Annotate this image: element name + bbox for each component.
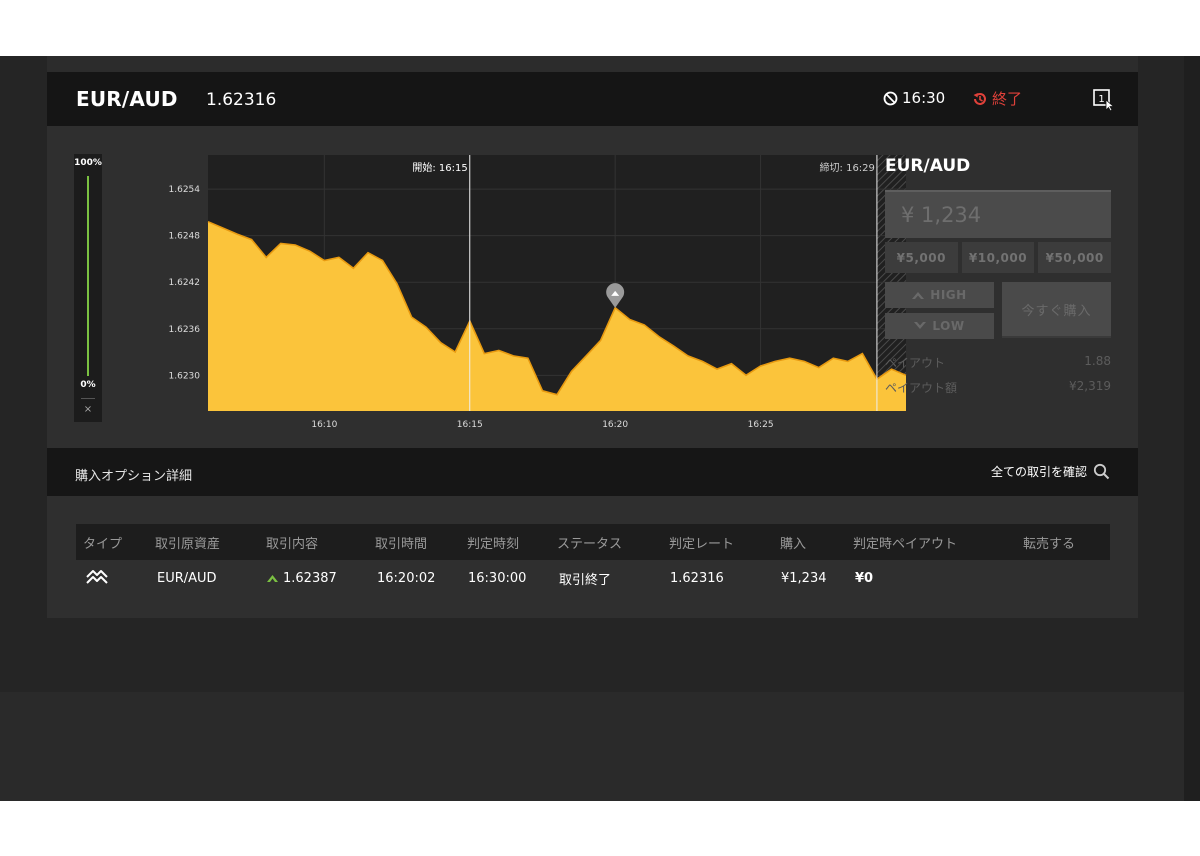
chart-area: 100% 0% × 1.6254 1.6248 1.6242 1.6236 1.6230… <box>47 126 1138 448</box>
purchase-details-bar: 購入オプション詳細 全ての取引を確認 <box>47 448 1138 496</box>
x-tick-label: 16:20 <box>602 420 628 430</box>
buy-now-button[interactable]: 今すぐ購入 <box>1002 282 1111 338</box>
end-label: 締切: 16:29 <box>820 161 875 174</box>
trade-form: EUR/AUD ¥ 1,234 ¥5,000 ¥10,000 ¥50,000 H… <box>885 156 1112 396</box>
col-judge-time: 判定時刻 <box>467 536 520 552</box>
row-purchase: ¥1,234 <box>781 570 827 586</box>
col-asset: 取引原資産 <box>155 536 221 552</box>
arrow-down-icon <box>914 322 927 329</box>
purchase-details-title: 購入オプション詳細 <box>75 469 193 484</box>
high-button[interactable]: HIGH <box>885 282 994 308</box>
row-trade-value: 1.62387 <box>283 570 337 586</box>
payout-amount-row: ペイアウト額 ¥2,319 <box>885 379 1111 396</box>
payout-value: 1.88 <box>1084 354 1111 368</box>
col-purchase: 購入 <box>780 536 807 552</box>
trades-table: タイプ 取引原資産 取引内容 取引時間 判定時刻 ステータス 判定レート 購入 … <box>76 524 1110 596</box>
preset-amounts: ¥5,000 ¥10,000 ¥50,000 <box>885 242 1112 273</box>
view-all-trades-link[interactable]: 全ての取引を確認 <box>991 463 1110 480</box>
outer-frame <box>47 56 1138 72</box>
preset-50000-button[interactable]: ¥50,000 <box>1038 242 1112 273</box>
direction-buttons: HIGH LOW <box>885 282 994 344</box>
row-asset: EUR/AUD <box>157 570 217 586</box>
start-label: 開始: 16:15 <box>412 161 467 174</box>
scroll-track[interactable] <box>1184 56 1200 801</box>
preset-10000-button[interactable]: ¥10,000 <box>961 242 1035 273</box>
row-judge-time: 16:30:00 <box>468 570 527 586</box>
trading-panel: EUR/AUD 1.62316 16:30 終了 1 100% 0% × 1.6… <box>47 72 1138 618</box>
payout-label: ペイアウト <box>885 356 946 370</box>
search-icon <box>1093 463 1110 480</box>
gauge-fill <box>87 176 89 376</box>
arrow-up-icon <box>912 292 925 299</box>
y-tick-label: 1.6230 <box>169 371 201 381</box>
gauge-separator <box>81 398 95 399</box>
expiry-time: 16:30 <box>902 89 946 107</box>
status-text: 終了 <box>992 90 1023 108</box>
one-click-toggle[interactable]: 1 <box>1093 89 1115 115</box>
row-payout: ¥0 <box>855 570 874 586</box>
x-tick-label: 16:15 <box>457 420 483 430</box>
table-header: タイプ 取引原資産 取引内容 取引時間 判定時刻 ステータス 判定レート 購入 … <box>76 524 1110 560</box>
y-tick-label: 1.6242 <box>169 278 201 288</box>
no-entry-icon <box>883 91 898 105</box>
app-background-lower <box>0 692 1184 801</box>
payout-amount-label: ペイアウト額 <box>885 381 958 395</box>
col-trade: 取引内容 <box>266 536 319 552</box>
low-button[interactable]: LOW <box>885 313 994 339</box>
expiry-timer: 16:30 <box>883 89 945 107</box>
trade-type-icon <box>84 568 110 590</box>
x-tick-label: 16:10 <box>311 420 337 430</box>
direction-row: HIGH LOW 今すぐ購入 <box>885 282 1111 344</box>
row-trade: 1.62387 <box>267 571 337 586</box>
price-chart[interactable]: 1.6254 1.6248 1.6242 1.6236 1.6230 16:10 16:15… <box>161 155 907 435</box>
table-row[interactable]: EUR/AUD 1.62387 16:20:02 16:30:00 取引終了 1… <box>76 560 1110 596</box>
view-all-trades-label: 全ての取引を確認 <box>990 465 1087 479</box>
current-rate: 1.62316 <box>206 90 277 110</box>
y-tick-label: 1.6236 <box>169 325 201 335</box>
col-type: タイプ <box>83 536 123 552</box>
one-click-icon: 1 <box>1093 89 1115 112</box>
low-label: LOW <box>932 319 965 333</box>
gauge-close-button[interactable]: × <box>74 404 102 415</box>
history-icon <box>973 92 986 105</box>
panel-header: EUR/AUD 1.62316 16:30 終了 1 <box>47 72 1138 126</box>
col-trade-time: 取引時間 <box>375 536 428 552</box>
high-label: HIGH <box>930 288 967 302</box>
col-status: ステータス <box>557 536 623 552</box>
gauge-top-label: 100% <box>74 158 102 168</box>
row-status: 取引終了 <box>559 572 612 588</box>
payout-row: ペイアウト 1.88 <box>885 354 1111 371</box>
preset-5000-button[interactable]: ¥5,000 <box>885 242 958 273</box>
col-judge-rate: 判定レート <box>669 536 735 552</box>
x-tick-label: 16:25 <box>748 420 774 430</box>
asset-pair: EUR/AUD <box>76 87 178 111</box>
trade-form-title: EUR/AUD <box>885 156 971 176</box>
y-tick-label: 1.6248 <box>169 232 201 242</box>
sentiment-gauge: 100% 0% × <box>74 154 102 422</box>
row-judge-rate: 1.62316 <box>670 570 724 586</box>
trade-status: 終了 <box>972 88 1022 109</box>
svg-text:1: 1 <box>1098 94 1104 105</box>
y-tick-label: 1.6254 <box>169 185 201 195</box>
row-trade-time: 16:20:02 <box>377 570 436 586</box>
amount-input[interactable]: ¥ 1,234 <box>885 190 1111 238</box>
col-resell: 転売する <box>1023 536 1076 552</box>
gauge-bottom-label: 0% <box>80 380 96 390</box>
col-payout: 判定時ペイアウト <box>853 536 958 552</box>
arrow-up-icon <box>267 575 278 582</box>
payout-amount-value: ¥2,319 <box>1069 379 1111 393</box>
